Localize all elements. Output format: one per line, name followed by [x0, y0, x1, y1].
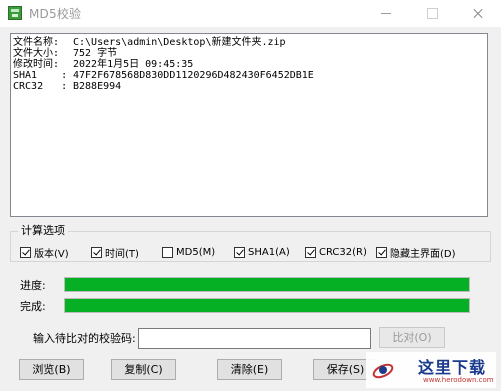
- option-label: 时间(T): [105, 248, 139, 260]
- info-key: 文件大小:: [13, 48, 60, 59]
- option-hide-main[interactable]: 隐藏主界面(D): [376, 243, 456, 261]
- progress-bar: [64, 277, 470, 292]
- browse-button[interactable]: 浏览(B): [19, 359, 84, 380]
- close-icon[interactable]: [455, 0, 501, 27]
- info-value: 47F2F678568D830DD1120296D482430F6452DB1E: [73, 70, 314, 81]
- info-key: 修改时间:: [13, 59, 60, 70]
- option-md5[interactable]: MD5(M): [162, 243, 215, 261]
- info-line-filesize: 文件大小: 752 字节: [13, 48, 485, 59]
- option-label: MD5(M): [176, 246, 216, 258]
- info-key: SHA1 :: [13, 70, 68, 81]
- app-icon: [8, 6, 22, 20]
- result-text-area[interactable]: 文件名称: C:\Users\admin\Desktop\新建文件夹.zip 文件…: [10, 33, 488, 217]
- complete-bar: [64, 298, 470, 313]
- progress-label: 进度:: [20, 279, 46, 292]
- title-bar[interactable]: MD5校验: [0, 0, 501, 27]
- info-line-modified: 修改时间: 2022年1月5日 09:45:35: [13, 59, 485, 70]
- watermark-logo-icon: [372, 363, 394, 379]
- md5-window: MD5校验 文件名称: C:\Users\admin\Desktop\新建文件夹.…: [0, 0, 501, 391]
- info-value: 2022年1月5日 09:45:35: [73, 59, 194, 70]
- info-value: C:\Users\admin\Desktop\新建文件夹.zip: [73, 37, 286, 48]
- checkbox-md5[interactable]: [162, 246, 173, 258]
- option-crc32[interactable]: CRC32(R): [305, 243, 367, 261]
- checkbox-sha1[interactable]: [234, 246, 245, 258]
- compare-label: 输入待比对的校验码:: [33, 332, 136, 345]
- watermark-url: www.herodown.com: [423, 376, 494, 384]
- info-key: 文件名称:: [13, 37, 60, 48]
- info-value: B288E994: [73, 81, 122, 92]
- info-line-sha1: SHA1 : 47F2F678568D830DD1120296D482430F64…: [13, 70, 485, 81]
- checkbox-time[interactable]: [91, 246, 102, 258]
- checkbox-version[interactable]: [20, 246, 31, 258]
- checksum-input[interactable]: [138, 328, 371, 349]
- progress-bar-fill: [65, 278, 469, 291]
- option-time[interactable]: 时间(T): [91, 243, 139, 261]
- maximize-icon[interactable]: [409, 0, 455, 27]
- info-value: 752 字节: [73, 48, 118, 59]
- checkbox-crc32[interactable]: [305, 246, 316, 258]
- minimize-icon[interactable]: [363, 0, 409, 27]
- complete-label: 完成:: [20, 300, 46, 313]
- option-label: CRC32(R): [319, 246, 367, 258]
- info-key: CRC32 :: [13, 81, 68, 92]
- option-sha1[interactable]: SHA1(A): [234, 243, 290, 261]
- option-version[interactable]: 版本(V): [20, 243, 69, 261]
- watermark: 这里下载 www.herodown.com: [366, 352, 496, 388]
- option-label: 隐藏主界面(D): [390, 248, 456, 260]
- clear-button[interactable]: 清除(E): [217, 359, 282, 380]
- window-title: MD5校验: [29, 7, 82, 21]
- copy-button[interactable]: 复制(C): [111, 359, 176, 380]
- checkbox-hide-main[interactable]: [376, 246, 387, 258]
- complete-bar-fill: [65, 299, 469, 312]
- option-label: 版本(V): [34, 248, 69, 260]
- info-line-filename: 文件名称: C:\Users\admin\Desktop\新建文件夹.zip: [13, 37, 485, 48]
- compare-button[interactable]: 比对(O): [379, 327, 445, 348]
- watermark-text: 这里下载: [418, 358, 487, 377]
- info-line-crc32: CRC32 : B288E994: [13, 81, 485, 92]
- options-group-title: 计算选项: [18, 222, 68, 238]
- option-label: SHA1(A): [248, 246, 290, 258]
